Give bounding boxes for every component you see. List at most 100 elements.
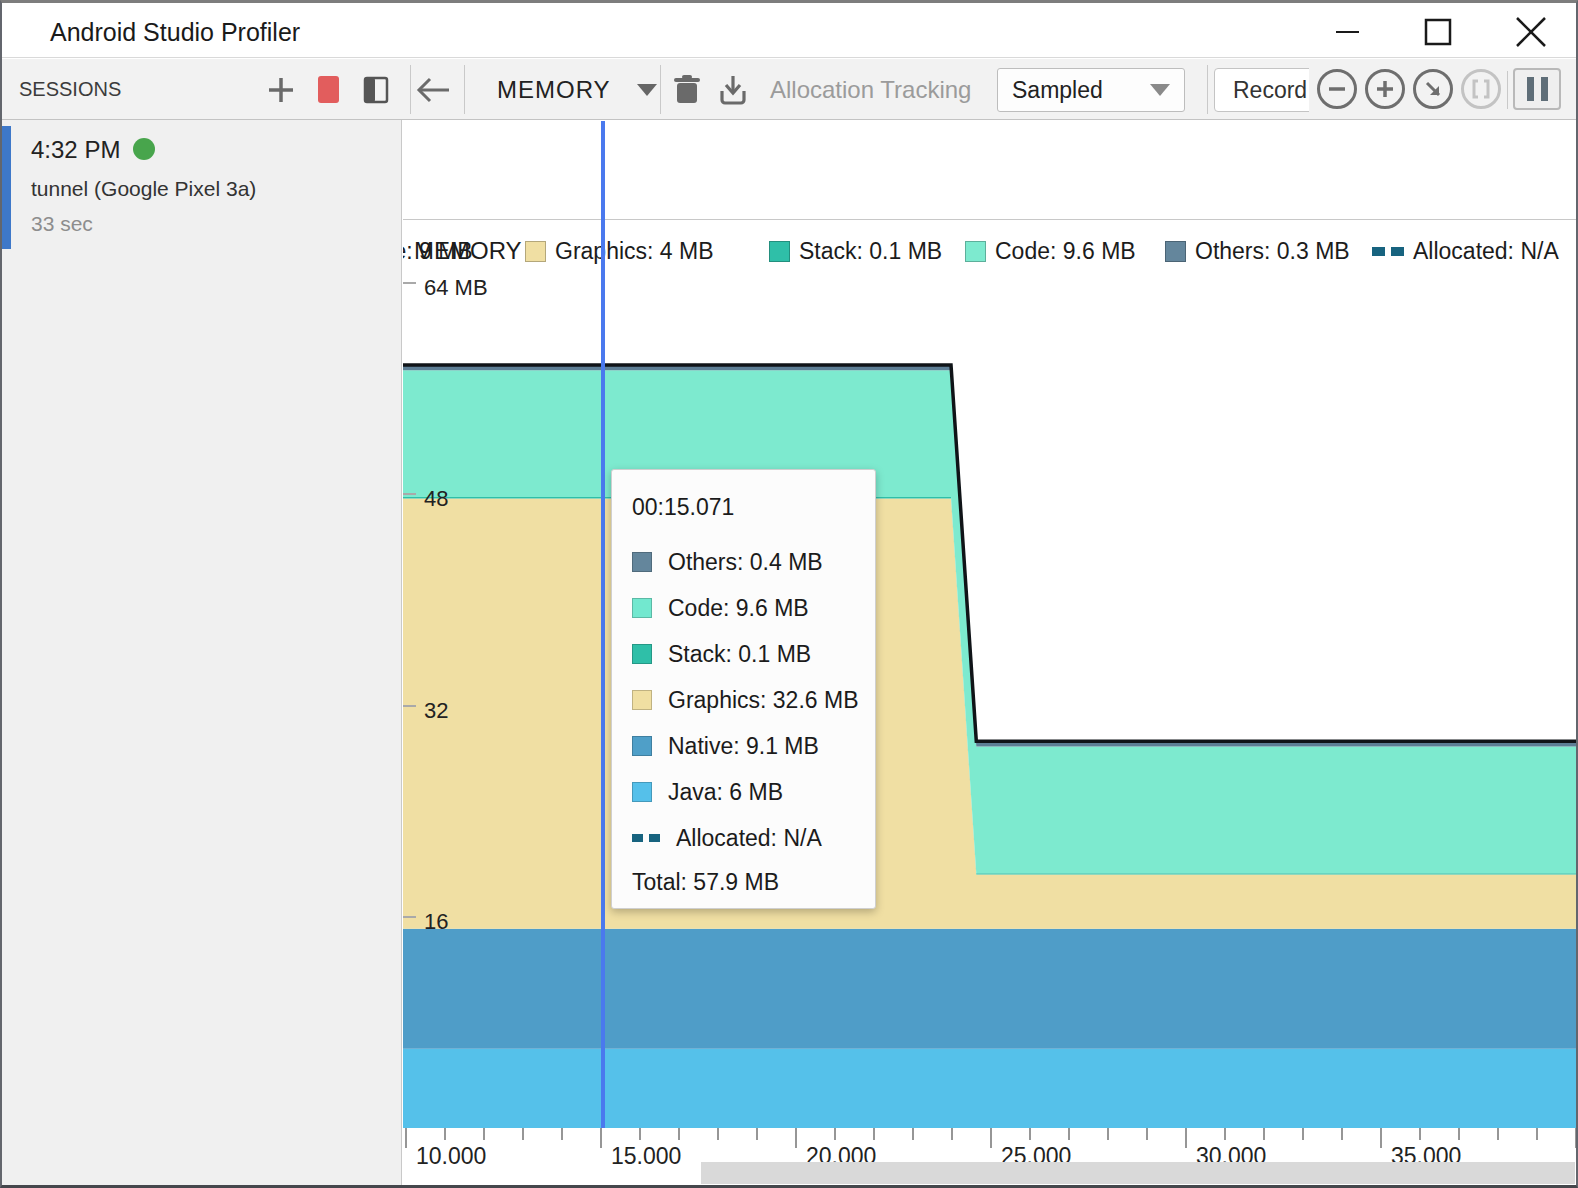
area-java: [403, 1049, 1576, 1128]
tooltip-label: Code: 9.6 MB: [668, 595, 809, 622]
tooltip-label: Allocated: N/A: [676, 825, 822, 852]
x-tick-label: 15.000: [611, 1143, 681, 1170]
y-tick-label: 64 MB: [424, 275, 488, 301]
tooltip-swatch: [632, 782, 652, 802]
x-tick-mark: [756, 1128, 758, 1140]
collapse-panel-icon: [363, 76, 389, 104]
window-title: Android Studio Profiler: [50, 18, 300, 47]
x-tick-mark: [1419, 1128, 1421, 1140]
x-tick-mark: [1263, 1128, 1265, 1140]
pause-icon: [1527, 77, 1534, 101]
area-native: [403, 929, 1576, 1049]
tooltip-row: Code: 9.6 MB: [632, 585, 875, 631]
y-tick-mark: [403, 493, 416, 495]
x-tick-label: 10.000: [416, 1143, 486, 1170]
export-heap-dump-icon: [718, 75, 748, 105]
tooltip-row: Java: 6 MB: [632, 769, 875, 815]
y-tick-mark: [403, 282, 416, 284]
x-tick-mark: [1458, 1128, 1460, 1140]
zoom-out-button[interactable]: [1317, 69, 1357, 109]
reset-zoom-icon: [1422, 78, 1444, 100]
tooltip-row: Allocated: N/A: [632, 815, 875, 861]
pause-live-button[interactable]: [1513, 68, 1561, 110]
reset-zoom-button[interactable]: [1413, 69, 1453, 109]
tooltip-label: Stack: 0.1 MB: [668, 641, 811, 668]
chart-tooltip: 00:15.071 Others: 0.4 MB Code: 9.6 MB Stac…: [611, 469, 876, 909]
zoom-to-selection-button[interactable]: [1461, 69, 1501, 109]
sampling-mode-value: Sampled: [1012, 77, 1103, 104]
tooltip-swatch: [632, 834, 660, 842]
tooltip-label: Java: 6 MB: [668, 779, 783, 806]
add-session-button[interactable]: [264, 59, 298, 120]
x-tick-mark: [1224, 1128, 1226, 1140]
tooltip-row: Stack: 0.1 MB: [632, 631, 875, 677]
y-tick-mark: [403, 705, 416, 707]
gc-trash-button[interactable]: [668, 59, 706, 120]
event-timeline-strip[interactable]: [403, 120, 1576, 220]
x-tick-mark: [873, 1128, 875, 1140]
y-tick-label: 32: [424, 698, 448, 724]
chevron-down-icon: [637, 84, 657, 96]
zoom-in-button[interactable]: [1365, 69, 1405, 109]
session-duration: 33 sec: [31, 212, 93, 236]
tooltip-swatch: [632, 736, 652, 756]
x-tick-mark: [1302, 1128, 1304, 1140]
allocation-tracking-label: Allocation Tracking: [770, 59, 971, 120]
close-button[interactable]: [1494, 3, 1564, 58]
zoom-controls: [1309, 59, 1578, 119]
chart-stage-label: MEMORY: [414, 236, 522, 266]
tooltip-row: Others: 0.4 MB: [632, 539, 875, 585]
session-selected-indicator: [2, 126, 11, 249]
x-tick-mark: [483, 1128, 485, 1140]
chevron-down-icon: [1150, 84, 1170, 96]
x-tick-mark: [717, 1128, 719, 1140]
x-tick-mark: [1107, 1128, 1109, 1140]
x-tick-mark: [1341, 1128, 1343, 1140]
x-tick-mark: [522, 1128, 524, 1140]
toggle-sessions-panel-button[interactable]: [361, 59, 391, 120]
memory-area-chart[interactable]: [403, 220, 1576, 1128]
stage-selector-dropdown[interactable]: MEMORY: [497, 59, 657, 120]
x-tick-mark: [912, 1128, 914, 1140]
x-tick-mark: [405, 1128, 407, 1148]
tooltip-row: Graphics: 32.6 MB: [632, 677, 875, 723]
profiler-window: Android Studio Profiler SESSIONS MEMORY: [0, 0, 1578, 1188]
x-tick-mark: [1068, 1128, 1070, 1140]
x-tick-mark: [600, 1128, 602, 1148]
tooltip-swatch: [632, 598, 652, 618]
tooltip-label: Graphics: 32.6 MB: [668, 687, 858, 714]
x-tick-mark: [795, 1128, 797, 1148]
trash-icon: [673, 75, 701, 105]
x-tick-mark: [1497, 1128, 1499, 1140]
back-button[interactable]: [410, 59, 458, 120]
maximize-button[interactable]: [1402, 3, 1472, 58]
selection-time-line[interactable]: [601, 121, 605, 1128]
frame-selection-icon: [1470, 78, 1492, 100]
sessions-header-label: SESSIONS: [19, 78, 121, 101]
x-tick-mark: [678, 1128, 680, 1140]
memory-chart-panel[interactable]: Native: 9 MBGraphics: 4 MBStack: 0.1 MBC…: [403, 120, 1576, 1186]
stage-selector-label: MEMORY: [497, 76, 611, 104]
y-tick-label: 48: [424, 486, 448, 512]
y-tick-mark: [403, 916, 416, 918]
tooltip-row: Native: 9.1 MB: [632, 723, 875, 769]
x-tick-mark: [1146, 1128, 1148, 1140]
x-tick-mark: [1029, 1128, 1031, 1140]
maximize-icon: [1426, 20, 1450, 44]
sampling-mode-dropdown[interactable]: Sampled: [997, 68, 1185, 112]
heap-dump-button[interactable]: [714, 59, 752, 120]
x-tick-mark: [1575, 1128, 1576, 1148]
record-button[interactable]: Record: [1214, 68, 1324, 112]
title-bar: Android Studio Profiler: [2, 3, 1576, 58]
horizontal-scrollbar-thumb[interactable]: [701, 1162, 1575, 1184]
tooltip-swatch: [632, 644, 652, 664]
stop-session-button[interactable]: [314, 59, 342, 120]
x-tick-mark: [1380, 1128, 1382, 1148]
x-tick-mark: [639, 1128, 641, 1140]
stop-icon: [318, 76, 339, 103]
toolbar: SESSIONS MEMORY Allocation Tracking Samp…: [2, 59, 1576, 120]
minimize-button[interactable]: [1312, 3, 1382, 58]
sessions-panel: 4:32 PM tunnel (Google Pixel 3a) 33 sec: [2, 120, 402, 1186]
tooltip-label: Others: 0.4 MB: [668, 549, 823, 576]
tooltip-time: 00:15.071: [632, 494, 875, 521]
